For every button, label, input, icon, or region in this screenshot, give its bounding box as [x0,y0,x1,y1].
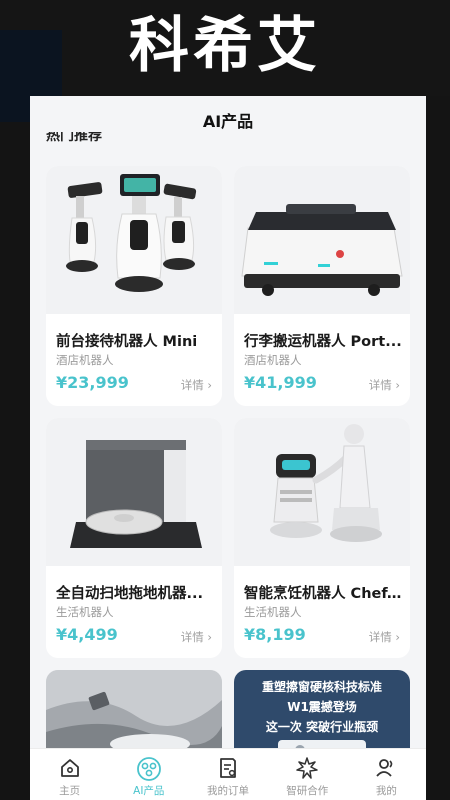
ai-product-icon [136,757,161,781]
product-price: ¥8,199 [244,625,306,644]
order-icon [220,758,236,778]
tab-orders[interactable]: 我的订单 [188,749,267,800]
tab-label: AI产品 [133,785,165,797]
profile-icon [376,759,393,777]
product-price: ¥23,999 [56,373,129,392]
promo-banner-window-robot[interactable]: 重塑擦窗硬核科技标准 W1震撼登场 这一次 突破行业瓶颈 [234,670,410,760]
navigation-bar: AI产品 热门推荐 [30,96,426,144]
cooperation-icon [296,757,318,779]
tab-ai-products[interactable]: AI产品 [109,749,188,800]
section-heading-text: 热门推荐 [46,132,102,144]
section-heading: 热门推荐 [46,132,126,146]
product-category: 酒店机器人 [56,353,114,367]
tab-label: 主页 [59,785,81,797]
home-icon [60,759,79,777]
product-detail-link[interactable]: 详情 › [369,629,400,645]
product-card-partial[interactable] [46,670,222,760]
promo-line-1: 重塑擦窗硬核科技标准 [261,680,382,694]
product-price: ¥41,999 [244,373,317,392]
product-price: ¥4,499 [56,625,118,644]
product-category: 酒店机器人 [244,353,302,367]
product-name: 全自动扫地拖地机器... [56,586,204,602]
tab-home[interactable]: 主页 [30,749,109,800]
page-title: AI产品 [202,112,254,131]
banner-title: 科希艾 [129,11,321,81]
product-detail-link[interactable]: 详情 › [181,377,212,393]
app-banner: 科希艾 [0,0,450,122]
product-image-robot-vacuum-promo [46,670,222,760]
product-image-sweeping-robot [46,418,222,566]
tab-cooperation[interactable]: 智研合作 [268,749,347,800]
app-screen: AI产品 热门推荐 前台接待机器人 Mini 酒店机器人 ¥23,999 详情 … [30,96,426,800]
product-category: 生活机器人 [244,605,302,619]
product-image-cooking-robot [234,418,410,566]
product-card[interactable]: 智能烹饪机器人 Chef... 生活机器人 ¥8,199 详情 › [234,418,410,658]
product-detail-link[interactable]: 详情 › [369,377,400,393]
product-image-luggage-robot [234,166,410,314]
product-card[interactable]: 全自动扫地拖地机器... 生活机器人 ¥4,499 详情 › [46,418,222,658]
product-detail-link[interactable]: 详情 › [181,629,212,645]
bottom-tab-bar: 主页 AI产品 我的订单 智研合作 我的 [30,748,426,800]
promo-line-2: W1震撼登场 [287,700,357,714]
product-image-reception-robot [46,166,222,314]
tab-profile[interactable]: 我的 [347,749,426,800]
tab-label: 智研合作 [286,785,329,797]
product-card[interactable]: 行李搬运机器人 Port... 酒店机器人 ¥41,999 详情 › [234,166,410,406]
product-name: 前台接待机器人 Mini [56,334,198,350]
product-name: 行李搬运机器人 Port... [244,334,402,350]
promo-line-3: 这一次 突破行业瓶颈 [265,720,379,734]
product-card[interactable]: 前台接待机器人 Mini 酒店机器人 ¥23,999 详情 › [46,166,222,406]
product-name: 智能烹饪机器人 Chef... [244,586,402,602]
product-category: 生活机器人 [56,605,114,619]
tab-label: 我的订单 [207,785,249,797]
tab-label: 我的 [375,785,397,797]
